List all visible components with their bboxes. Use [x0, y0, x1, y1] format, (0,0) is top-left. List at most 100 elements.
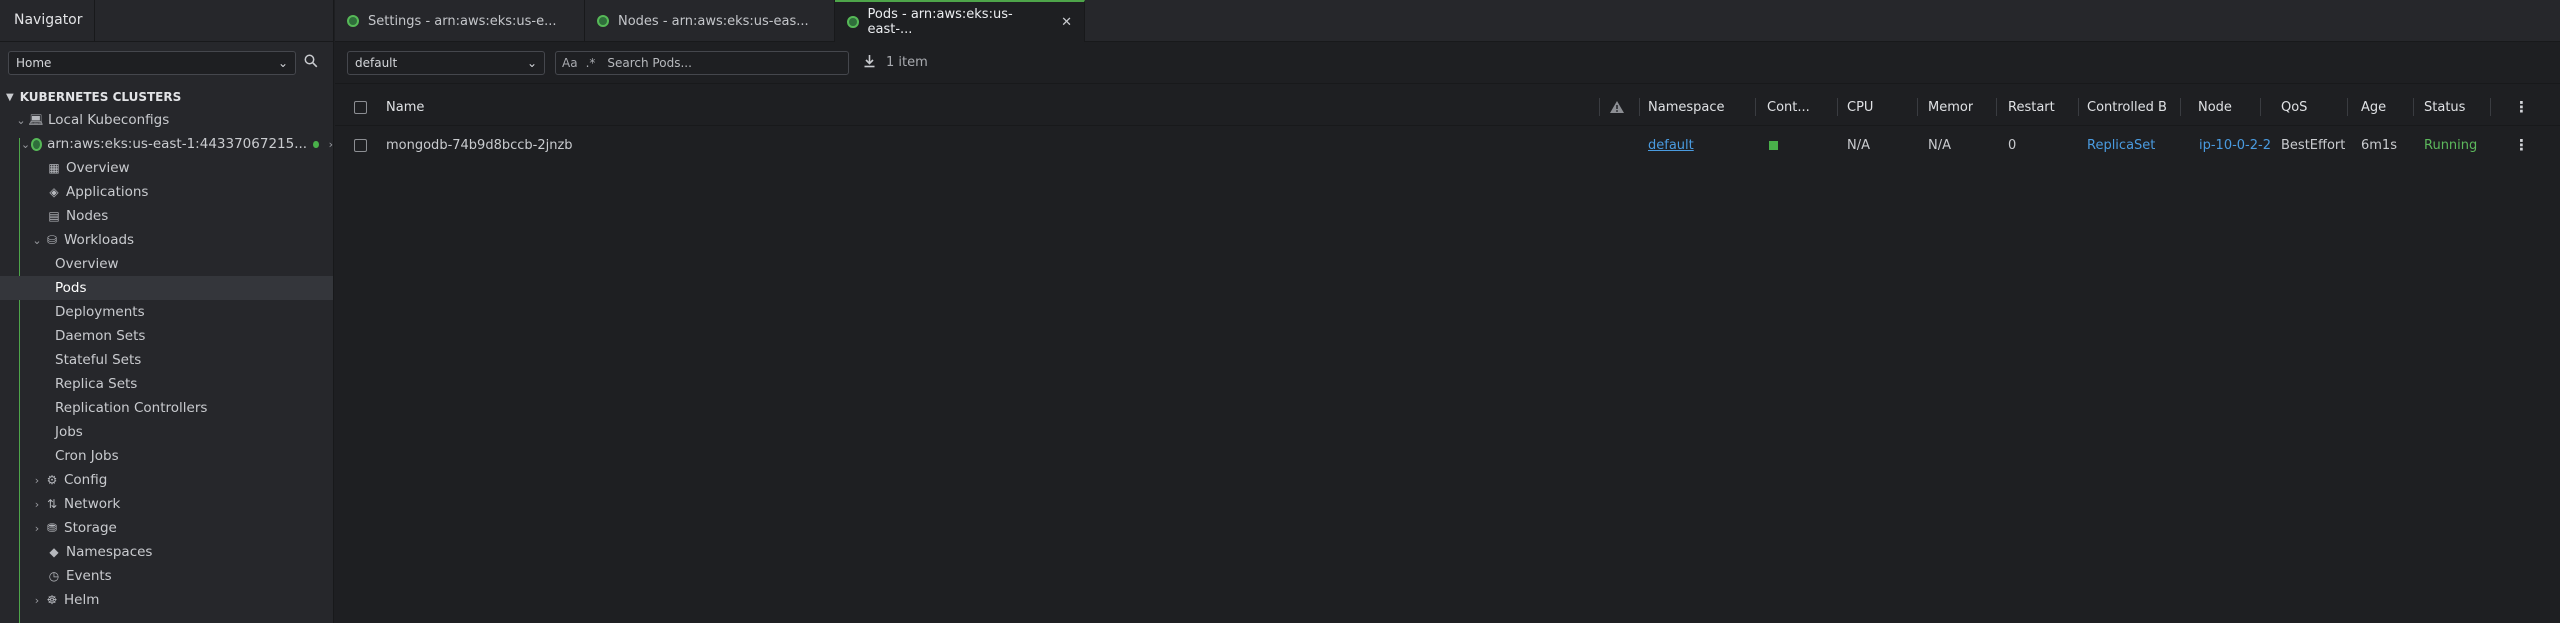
- search-input[interactable]: Aa .* Search Pods...: [555, 50, 849, 75]
- chevron-down-icon: ⌄: [526, 55, 537, 70]
- sidebar-item-label: Storage: [64, 520, 117, 536]
- sidebar-item-network[interactable]: › ⇅ Network: [0, 492, 333, 516]
- controlled-by-text: ReplicaSet: [2087, 137, 2156, 153]
- tab-pods[interactable]: Pods - arn:aws:eks:us-east-... ✕: [835, 0, 1085, 42]
- cluster-icon: [31, 137, 43, 151]
- chevron-right-icon[interactable]: ›: [329, 138, 333, 151]
- sidebar-item-overview[interactable]: ▦ Overview: [0, 156, 333, 180]
- regex-icon[interactable]: .*: [586, 56, 596, 70]
- hotbar-select[interactable]: Home ⌄: [8, 51, 296, 75]
- sidebar-item-stateful-sets[interactable]: Stateful Sets: [0, 348, 333, 372]
- layers-icon: ◆: [49, 545, 59, 559]
- sidebar-item-cron-jobs[interactable]: Cron Jobs: [0, 444, 333, 468]
- status-badge: Running: [2424, 126, 2477, 164]
- column-header-memory[interactable]: Memor: [1928, 88, 1973, 126]
- chevron-right-icon: ›: [34, 593, 40, 607]
- pod-name-text: mongodb-74b9d8bccb-2jnzb: [386, 137, 573, 153]
- controlled-by-link[interactable]: ReplicaSet: [2087, 126, 2155, 164]
- sidebar-item-helm[interactable]: › ☸ Helm: [0, 588, 333, 612]
- column-separator[interactable]: [2413, 98, 2414, 116]
- column-header-restarts[interactable]: Restart: [2008, 88, 2055, 126]
- header-label: Name: [386, 99, 425, 115]
- column-separator[interactable]: [1837, 98, 1838, 116]
- navigator-sidebar: Navigator Home ⌄ ▼ KUBERNETES CLUSTERS ⌄…: [0, 0, 334, 623]
- sidebar-item-applications[interactable]: ◈ Applications: [0, 180, 333, 204]
- pods-table: Name Namespace Cont... CPU Memor Restart…: [335, 88, 2560, 164]
- column-separator[interactable]: [1599, 98, 1600, 116]
- namespace-select[interactable]: default ⌄: [347, 50, 545, 75]
- sidebar-item-namespaces[interactable]: ◆ Namespaces: [0, 540, 333, 564]
- sidebar-item-label: Replica Sets: [55, 376, 138, 392]
- column-separator[interactable]: [2347, 98, 2348, 116]
- server-icon: ▤: [48, 209, 60, 223]
- cluster-name-label: arn:aws:eks:us-east-1:44337067215...: [47, 136, 308, 152]
- sidebar-item-label: Network: [64, 496, 121, 512]
- chevron-down-icon: ▼: [6, 91, 14, 103]
- column-header-node[interactable]: Node: [2198, 88, 2232, 126]
- row-checkbox[interactable]: [354, 126, 367, 164]
- column-header-namespace[interactable]: Namespace: [1648, 88, 1725, 126]
- sidebar-item-replication-controllers[interactable]: Replication Controllers: [0, 396, 333, 420]
- navigator-tab[interactable]: Navigator: [0, 0, 95, 41]
- sidebar-item-config[interactable]: › ⚙ Config: [0, 468, 333, 492]
- sidebar-item-daemon-sets[interactable]: Daemon Sets: [0, 324, 333, 348]
- sidebar-item-label: Helm: [64, 592, 100, 608]
- chevron-right-icon: ›: [34, 497, 40, 511]
- tab-nodes[interactable]: Nodes - arn:aws:eks:us-eas...: [585, 0, 835, 42]
- sidebar-item-replica-sets[interactable]: Replica Sets: [0, 372, 333, 396]
- column-separator[interactable]: [2180, 98, 2181, 116]
- column-menu-icon[interactable]: ⋮: [2514, 88, 2529, 126]
- namespace-select-value: default: [355, 55, 398, 70]
- sidebar-item-storage[interactable]: › ⛃ Storage: [0, 516, 333, 540]
- search-icon[interactable]: [304, 54, 318, 72]
- pod-namespace-link[interactable]: default: [1648, 126, 1694, 164]
- sidebar-item-events[interactable]: ◷ Events: [0, 564, 333, 588]
- sidebar-item-label: Namespaces: [66, 544, 153, 560]
- column-separator[interactable]: [1755, 98, 1756, 116]
- navigator-tabbar: Navigator: [0, 0, 333, 42]
- header-label: CPU: [1847, 99, 1874, 115]
- kubernetes-clusters-section[interactable]: ▼ KUBERNETES CLUSTERS: [0, 86, 333, 108]
- sidebar-item-label: Replication Controllers: [55, 400, 208, 416]
- sidebar-item-workloads[interactable]: ⌄ ⛁ Workloads: [0, 228, 333, 252]
- tab-label: Nodes - arn:aws:eks:us-eas...: [618, 13, 809, 29]
- container-status-indicator: [1769, 126, 1778, 164]
- column-header-status[interactable]: Status: [2424, 88, 2465, 126]
- column-header-qos[interactable]: QoS: [2281, 88, 2307, 126]
- column-separator[interactable]: [2078, 98, 2079, 116]
- column-separator[interactable]: [1639, 98, 1640, 116]
- column-separator[interactable]: [1996, 98, 1997, 116]
- column-header-name[interactable]: Name: [386, 88, 424, 126]
- column-separator[interactable]: [1917, 98, 1918, 116]
- download-icon[interactable]: [863, 54, 876, 72]
- node-link[interactable]: ip-10-0-2-2: [2199, 126, 2271, 164]
- sidebar-item-label: Jobs: [55, 424, 83, 440]
- sidebar-item-jobs[interactable]: Jobs: [0, 420, 333, 444]
- column-header-containers[interactable]: Cont...: [1767, 88, 1810, 126]
- sidebar-item-label: Config: [64, 472, 108, 488]
- chevron-down-icon: ⌄: [16, 113, 26, 127]
- column-header-controlled-by[interactable]: Controlled B: [2087, 88, 2167, 126]
- close-icon[interactable]: ✕: [1061, 15, 1072, 30]
- select-all-checkbox[interactable]: [354, 88, 367, 126]
- header-label: Memor: [1928, 99, 1974, 115]
- column-separator[interactable]: [2260, 98, 2261, 116]
- column-header-cpu[interactable]: CPU: [1847, 88, 1873, 126]
- sidebar-item-label: Overview: [66, 160, 130, 176]
- sidebar-item-deployments[interactable]: Deployments: [0, 300, 333, 324]
- column-separator[interactable]: [2490, 98, 2491, 116]
- column-header-age[interactable]: Age: [2361, 88, 2386, 126]
- header-label: Restart: [2008, 99, 2055, 115]
- pod-cpu: N/A: [1847, 126, 1870, 164]
- cluster-item[interactable]: ⌄ arn:aws:eks:us-east-1:44337067215... ›: [0, 132, 333, 156]
- tab-settings[interactable]: Settings - arn:aws:eks:us-e...: [335, 0, 585, 42]
- sidebar-item-label: Daemon Sets: [55, 328, 146, 344]
- sidebar-item-nodes[interactable]: ▤ Nodes: [0, 204, 333, 228]
- sidebar-item-workloads-overview[interactable]: Overview: [0, 252, 333, 276]
- local-kubeconfigs-item[interactable]: ⌄ 💻︎ Local Kubeconfigs: [0, 108, 333, 132]
- table-row[interactable]: mongodb-74b9d8bccb-2jnzb default N/A N/A…: [335, 126, 2560, 164]
- match-case-icon[interactable]: Aa: [562, 56, 578, 70]
- restarts-text: 0: [2008, 137, 2017, 153]
- row-menu-icon[interactable]: ⋮: [2514, 126, 2529, 164]
- sidebar-item-pods[interactable]: Pods: [0, 276, 333, 300]
